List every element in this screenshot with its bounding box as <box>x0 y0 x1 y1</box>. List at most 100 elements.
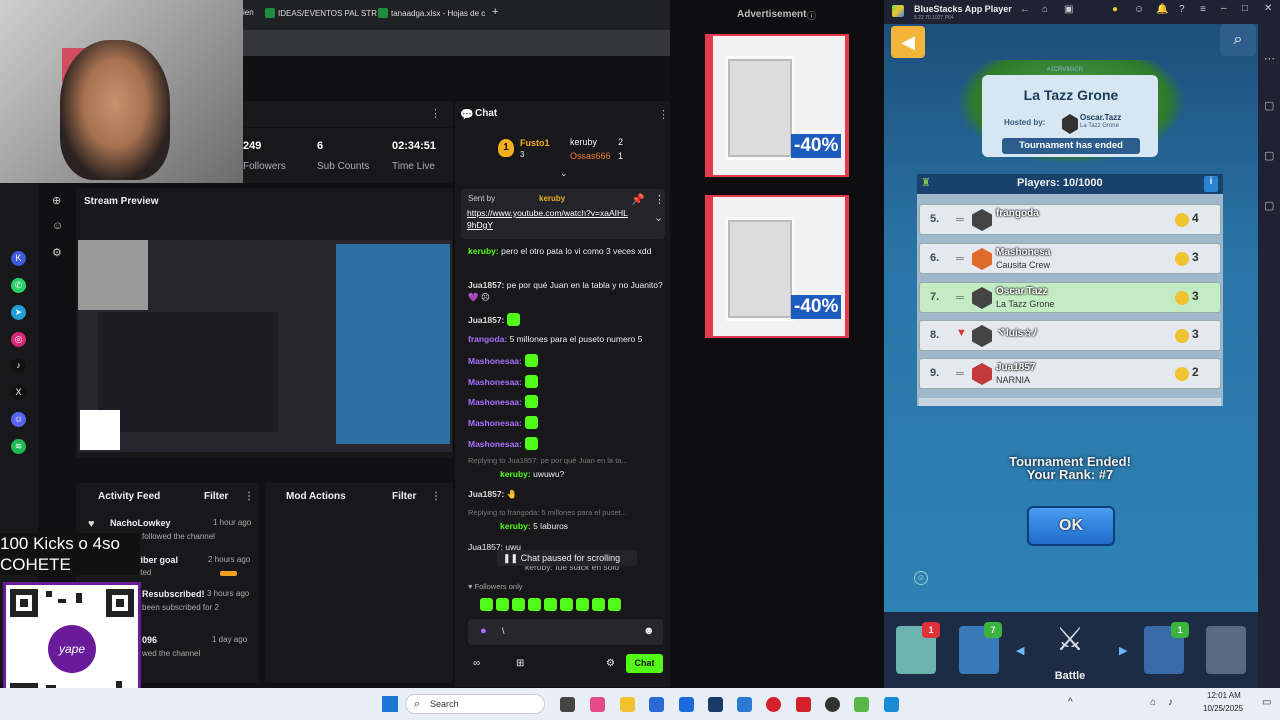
ok-button[interactable]: OK <box>1027 506 1115 546</box>
volume-icon[interactable]: ♪ <box>1168 697 1173 708</box>
whatsapp-icon[interactable]: ✆ <box>11 278 26 293</box>
browser-tab-ideas[interactable]: IDEAS/EVENTOS PAL STR <box>265 8 377 18</box>
bell-icon[interactable]: 🔔 <box>1156 4 1168 15</box>
coin-icon[interactable]: ● <box>1112 4 1118 15</box>
network-icon[interactable]: ⌂ <box>1150 697 1156 708</box>
sidebar-tool-icon[interactable]: ▢ <box>1264 99 1274 112</box>
ad-banner[interactable]: -40% <box>705 195 849 338</box>
search-icon[interactable]: ⌕ <box>1220 24 1256 56</box>
emote-button-icon[interactable]: ☺ <box>914 571 928 585</box>
more-icon[interactable]: ⋮ <box>658 108 669 121</box>
new-tab-button[interactable]: + <box>492 6 498 18</box>
emote-icon[interactable] <box>608 598 621 611</box>
recents-icon[interactable]: ▣ <box>1064 4 1073 15</box>
player-row[interactable]: 8. ▼ ヾluis☆ﾉ 3 <box>919 320 1221 351</box>
player-row[interactable]: 5. ═ frangoda 4 <box>919 204 1221 235</box>
mic-icon[interactable]: ● <box>480 625 487 637</box>
obs-icon[interactable] <box>825 697 840 712</box>
emote-icon[interactable] <box>512 598 525 611</box>
bluestacks-taskbar-icon[interactable] <box>854 697 869 712</box>
opera-icon[interactable] <box>766 697 781 712</box>
stream-preview-video[interactable] <box>78 240 452 452</box>
taskbar-app-icon[interactable] <box>884 697 899 712</box>
info-icon[interactable]: ⓘ <box>807 9 816 22</box>
tiktok-icon[interactable]: ♪ <box>11 358 26 373</box>
gifter-1-name[interactable]: Fusto1 <box>520 138 550 148</box>
followers-label: Followers <box>243 161 286 172</box>
taskbar-app-icon[interactable] <box>590 697 605 712</box>
instagram-icon[interactable]: ◎ <box>11 332 26 347</box>
taskbar-app-icon[interactable] <box>649 697 664 712</box>
menu-icon[interactable]: ≡ <box>1200 4 1206 15</box>
activity-filter-button[interactable]: Filter <box>204 491 228 502</box>
infinity-icon[interactable]: ∞ <box>473 658 480 669</box>
gear-icon[interactable]: ⚙ <box>52 246 62 259</box>
sidebar-tool-icon[interactable]: ⋯ <box>1264 52 1275 65</box>
gifter-3-name[interactable]: Ossas666 <box>570 151 611 161</box>
sidebar-tool-icon[interactable]: ▢ <box>1264 149 1274 162</box>
back-icon[interactable]: ← <box>1020 4 1030 15</box>
taskbar-app-icon[interactable] <box>708 697 723 712</box>
x-icon[interactable]: X <box>11 385 26 400</box>
more-icon[interactable]: ⋮ <box>654 193 665 206</box>
info-button[interactable]: i <box>1204 176 1218 192</box>
gift-icon[interactable]: ⊞ <box>516 658 524 669</box>
emoji-icon[interactable]: ☻ <box>643 625 655 637</box>
maximize-icon[interactable]: □ <box>1242 3 1248 14</box>
taskbar-app-icon[interactable] <box>796 697 811 712</box>
battle-tab-icon[interactable]: ⚔ <box>1040 620 1100 670</box>
more-icon[interactable]: ⋮ <box>244 491 254 502</box>
gear-icon[interactable]: ⚙ <box>606 658 615 669</box>
browser-tab-sheet[interactable]: tanaadga.xlsx - Hojas de c <box>378 8 485 18</box>
help-icon[interactable]: ? <box>1179 4 1185 15</box>
minimize-icon[interactable]: – <box>1221 3 1227 14</box>
emote-icon[interactable] <box>496 598 509 611</box>
back-button[interactable]: ◀ <box>891 26 925 58</box>
emote-icon[interactable] <box>544 598 557 611</box>
more-icon[interactable]: ⋮ <box>430 107 441 120</box>
kick-icon[interactable]: K <box>11 251 26 266</box>
taskbar-search[interactable]: ⌕ Search <box>405 694 545 714</box>
sidebar-tool-icon[interactable]: ▢ <box>1264 199 1274 212</box>
close-icon[interactable]: ✕ <box>1264 3 1272 14</box>
emote-icon[interactable] <box>560 598 573 611</box>
dropbox-icon[interactable] <box>679 697 694 712</box>
chat-input[interactable]: ● \ ☻ <box>468 619 663 645</box>
users-icon[interactable]: ☺ <box>52 220 63 232</box>
user-icon[interactable]: ☺ <box>1134 4 1144 15</box>
spotify-icon[interactable]: ≋ <box>11 439 26 454</box>
folder-icon[interactable] <box>620 697 635 712</box>
arrow-left-icon[interactable]: ◀ <box>1016 644 1024 657</box>
chat-paused-banner[interactable]: ❚❚ Chat paused for scrolling <box>497 550 637 566</box>
taskbar-app-icon[interactable] <box>560 697 575 712</box>
arrow-right-icon[interactable]: ▶ <box>1119 644 1127 657</box>
emote-icon[interactable] <box>576 598 589 611</box>
mod-filter-button[interactable]: Filter <box>392 491 416 502</box>
ad-banner[interactable]: -40% <box>705 34 849 177</box>
player-row[interactable]: 6. ═ Mashonesa Causita Crew 3 <box>919 243 1221 274</box>
emote-icon[interactable] <box>592 598 605 611</box>
pin-icon[interactable]: 📌 <box>631 193 645 206</box>
emote-icon[interactable] <box>528 598 541 611</box>
windows-start-icon[interactable] <box>382 696 398 712</box>
telegram-icon[interactable]: ➤ <box>11 305 26 320</box>
chat-send-button[interactable]: Chat <box>626 654 663 673</box>
edge-icon[interactable] <box>737 697 752 712</box>
emote-icon[interactable] <box>480 598 493 611</box>
notification-icon[interactable]: ▭ <box>1262 697 1271 708</box>
chevron-down-icon[interactable]: ⌄ <box>654 211 663 224</box>
chevron-up-icon[interactable]: ^ <box>1068 697 1073 708</box>
target-icon[interactable]: ⊕ <box>52 194 61 207</box>
more-icon[interactable]: ⋮ <box>431 491 441 502</box>
discord-icon[interactable]: ☺ <box>11 412 26 427</box>
browser-tab-partial[interactable]: ien <box>243 8 254 17</box>
emote-icon <box>524 354 538 367</box>
followers-value: 249 <box>243 140 262 152</box>
home-icon[interactable]: ⌂ <box>1042 4 1048 15</box>
collapse-icon[interactable]: ⌄ <box>560 168 568 179</box>
gifter-2-name[interactable]: keruby <box>570 137 597 147</box>
pinned-link[interactable]: https://www.youtube.com/watch?v=xaAIHL9h… <box>467 207 632 231</box>
player-row[interactable]: 7. ═ Oscar.Tazz La Tazz Grone 3 <box>919 282 1221 313</box>
events-tab[interactable] <box>1206 626 1246 674</box>
player-row[interactable]: 9. ═ Jua1857 NARNIA 2 <box>919 358 1221 389</box>
